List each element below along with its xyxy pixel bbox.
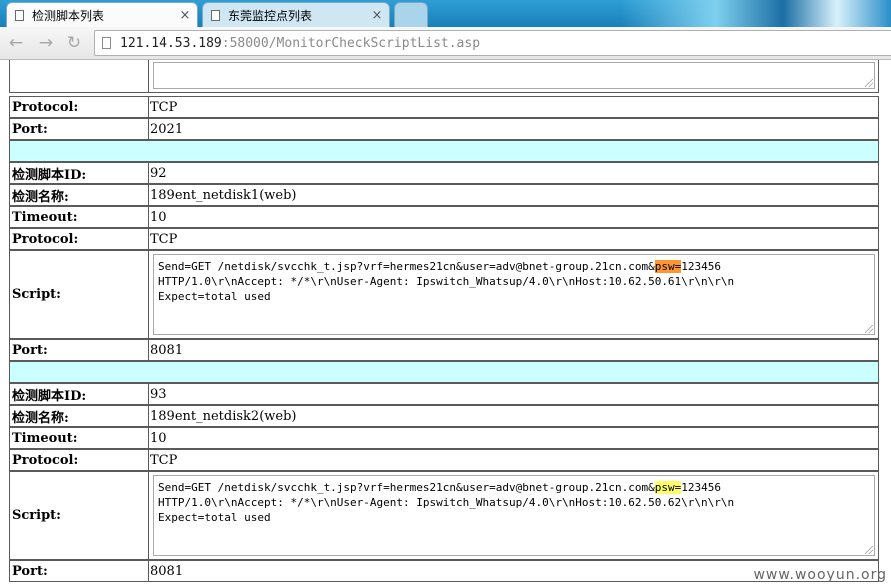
field-label: Timeout:	[10, 428, 149, 448]
field-value: TCP	[150, 231, 178, 247]
field-value: 2021	[150, 121, 184, 137]
table-row-script: Script: Send=GET /netdisk/svcchk_t.jsp?v…	[9, 471, 879, 560]
field-label: Timeout:	[10, 207, 149, 227]
url-host: 121.14.53.189	[120, 35, 222, 51]
table-row: Port: 2021	[9, 118, 879, 140]
field-label: Protocol:	[10, 450, 149, 470]
script-textarea[interactable]: Send=GET /netdisk/svcchk_t.jsp?vrf=herme…	[153, 254, 875, 335]
field-value: 189ent_netdisk1(web)	[150, 187, 297, 203]
table-row: Timeout: 10	[9, 427, 879, 449]
script-text-pre: Send=GET /netdisk/svcchk_t.jsp?vrf=herme…	[158, 481, 655, 494]
tab-strip: 检测脚本列表 × 东莞监控点列表 ×	[0, 0, 891, 27]
tab-label: 检测脚本列表	[32, 8, 105, 23]
field-label: Port:	[10, 119, 149, 139]
field-value: 10	[150, 430, 167, 446]
page-icon	[211, 9, 220, 21]
field-label: 检测脚本ID:	[10, 163, 149, 183]
field-value: 93	[150, 386, 167, 402]
field-value: 189ent_netdisk2(web)	[150, 408, 297, 424]
resize-grip-icon[interactable]	[865, 325, 873, 333]
page-content: Protocol: TCP Port: 2021 检测脚本ID: 92 检测名称…	[0, 60, 891, 585]
record-separator	[9, 361, 879, 383]
field-value: TCP	[150, 99, 178, 115]
page-icon	[15, 9, 24, 21]
tab-label: 东莞监控点列表	[228, 8, 313, 23]
resize-grip-icon[interactable]	[865, 79, 873, 87]
table-row: Protocol: TCP	[9, 96, 879, 118]
field-value: 10	[150, 209, 167, 225]
script-textarea[interactable]: Send=GET /netdisk/svcchk_t.jsp?vrf=herme…	[153, 475, 875, 556]
field-label: 检测名称:	[10, 406, 149, 426]
field-label: Port:	[10, 561, 149, 581]
field-label: Protocol:	[10, 229, 149, 249]
table-row-script: Script: Send=GET /netdisk/svcchk_t.jsp?v…	[9, 250, 879, 339]
record-separator	[9, 140, 879, 162]
table-row: 检测脚本ID: 93	[9, 383, 879, 405]
url-text[interactable]: 121.14.53.189:58000/MonitorCheckScriptLi…	[120, 36, 480, 51]
tab-monitor-list[interactable]: 东莞监控点列表 ×	[202, 2, 390, 27]
field-value: 92	[150, 165, 167, 181]
field-label: Port:	[10, 340, 149, 360]
field-label: 检测脚本ID:	[10, 384, 149, 404]
field-label: Protocol:	[10, 97, 149, 117]
field-value: 8081	[150, 342, 184, 358]
resize-grip-icon[interactable]	[865, 546, 873, 554]
reload-icon[interactable]: ↻	[64, 33, 84, 53]
script-text-pre: Send=GET /netdisk/svcchk_t.jsp?vrf=herme…	[158, 260, 655, 273]
watermark: www.wooyun.org	[753, 567, 887, 583]
forward-arrow-icon[interactable]: →	[36, 33, 56, 53]
table-row: 检测名称: 189ent_netdisk2(web)	[9, 405, 879, 427]
field-label: Script:	[10, 472, 149, 559]
table-row: 检测名称: 189ent_netdisk1(web)	[9, 184, 879, 206]
field-label: 检测名称:	[10, 185, 149, 205]
table-row: 检测脚本ID: 92	[9, 162, 879, 184]
table-row: Port: 8081	[9, 339, 879, 361]
back-arrow-icon[interactable]: ←	[6, 33, 26, 53]
address-bar[interactable]: 121.14.53.189:58000/MonitorCheckScriptLi…	[94, 30, 891, 56]
table-row-script-prev	[9, 60, 879, 93]
page-icon	[102, 37, 111, 49]
tab-script-list[interactable]: 检测脚本列表 ×	[6, 2, 198, 27]
field-value	[150, 60, 878, 92]
search-highlight-current: psw=	[654, 260, 682, 273]
field-value: TCP	[150, 452, 178, 468]
field-value: Send=GET /netdisk/svcchk_t.jsp?vrf=herme…	[150, 472, 878, 559]
script-textarea[interactable]	[153, 62, 875, 89]
table-row: Port: 8081	[9, 560, 879, 582]
url-path: :58000/MonitorCheckScriptList.asp	[221, 35, 481, 51]
table-row: Timeout: 10	[9, 206, 879, 228]
field-value: Send=GET /netdisk/svcchk_t.jsp?vrf=herme…	[150, 251, 878, 338]
table-row: Protocol: TCP	[9, 228, 879, 250]
search-highlight: psw=	[654, 481, 682, 494]
table-row: Protocol: TCP	[9, 449, 879, 471]
field-label	[10, 60, 149, 92]
browser-toolbar: ← → ↻ 121.14.53.189:58000/MonitorCheckSc…	[0, 27, 891, 60]
close-icon[interactable]: ×	[369, 8, 385, 23]
field-label: Script:	[10, 251, 149, 338]
close-icon[interactable]: ×	[177, 8, 193, 23]
new-tab-button[interactable]	[394, 2, 428, 27]
tab-strip-artwork	[621, 0, 891, 27]
